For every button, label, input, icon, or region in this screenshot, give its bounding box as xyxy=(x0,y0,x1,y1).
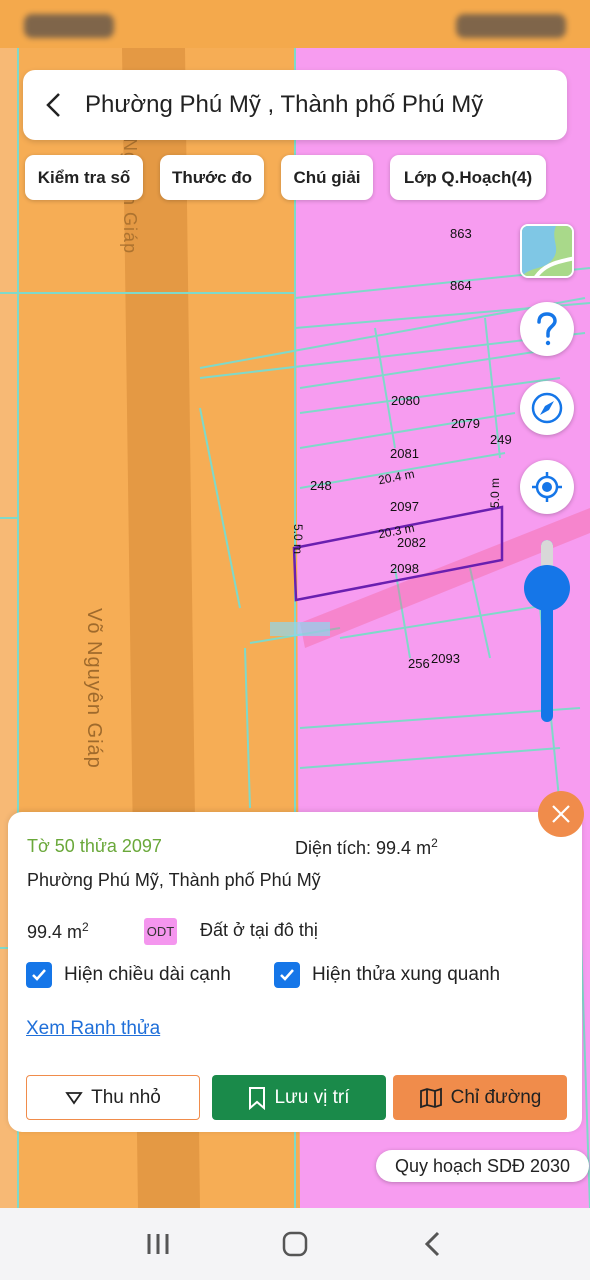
area-value-sup: 2 xyxy=(82,920,89,934)
bookmark-icon xyxy=(249,1086,266,1110)
system-nav-bar xyxy=(0,1208,590,1280)
parcel-label: 249 xyxy=(490,432,512,447)
parcel-label: 248 xyxy=(310,478,332,493)
home-icon xyxy=(282,1231,308,1257)
land-code-badge: ODT xyxy=(144,918,177,945)
save-location-button[interactable]: Lưu vị trí xyxy=(212,1075,386,1120)
triangle-down-icon xyxy=(65,1091,83,1105)
close-card-button[interactable] xyxy=(538,791,584,837)
compass-button[interactable] xyxy=(520,381,574,435)
show-neighbors-toggle[interactable]: Hiện thửa xung quanh xyxy=(274,962,500,988)
location-title: Phường Phú Mỹ , Thành phố Phú Mỹ xyxy=(85,91,484,118)
measure-button[interactable]: Thước đo xyxy=(160,155,264,200)
area-label: Diện tích: 99.4 m2 xyxy=(295,836,438,859)
recent-apps-button[interactable] xyxy=(128,1214,188,1274)
parcel-label: 2082 xyxy=(397,535,426,550)
recent-apps-icon xyxy=(147,1234,169,1254)
area-label-text: Diện tích: 99.4 m xyxy=(295,838,432,858)
shrink-label: Thu nhỏ xyxy=(91,1086,161,1108)
back-nav-icon xyxy=(424,1231,439,1257)
my-location-button[interactable] xyxy=(520,460,574,514)
save-location-label: Lưu vị trí xyxy=(274,1086,350,1108)
status-time-blur xyxy=(24,14,114,38)
parcel-info-card: Tờ 50 thửa 2097 Diện tích: 99.4 m2 Phườn… xyxy=(8,812,582,1132)
parcel-label: 2079 xyxy=(451,416,480,431)
status-bar xyxy=(0,0,590,48)
checkbox-checked-icon[interactable] xyxy=(274,962,300,988)
close-icon xyxy=(552,805,570,823)
back-arrow-icon xyxy=(46,93,60,117)
help-button[interactable] xyxy=(520,302,574,356)
parcel-label: 256 xyxy=(408,656,430,671)
map-layer-icon xyxy=(522,226,572,276)
parcel-label: 863 xyxy=(450,226,472,241)
area-label-sup: 2 xyxy=(431,836,438,850)
location-header: Phường Phú Mỹ , Thành phố Phú Mỹ xyxy=(23,70,567,140)
road-name: Võ Nguyên Giáp xyxy=(83,608,105,769)
land-type: Đất ở tại đô thị xyxy=(200,920,318,940)
zoom-slider-thumb[interactable] xyxy=(524,565,570,611)
area-value-text: 99.4 m xyxy=(27,922,83,942)
show-edge-length-label: Hiện chiều dài cạnh xyxy=(64,964,231,985)
check-number-button[interactable]: Kiểm tra số xyxy=(25,155,143,200)
show-edge-length-toggle[interactable]: Hiện chiều dài cạnh xyxy=(26,962,231,988)
legend-button[interactable]: Chú giải xyxy=(281,155,373,200)
compass-icon xyxy=(531,392,563,424)
directions-label: Chỉ đường xyxy=(450,1086,542,1108)
directions-button[interactable]: Chỉ đường xyxy=(393,1075,567,1120)
dimension-label: 5.0 m xyxy=(488,477,503,509)
parcel-label: 2098 xyxy=(390,561,419,576)
checkbox-checked-icon[interactable] xyxy=(26,962,52,988)
map-layer-button[interactable] xyxy=(520,224,574,278)
back-nav-button[interactable] xyxy=(402,1214,462,1274)
parcel-label: 2081 xyxy=(390,446,419,461)
map-icon xyxy=(419,1087,442,1108)
planning-layer-button[interactable]: Lớp Q.Hoạch(4) xyxy=(390,155,546,200)
shrink-button[interactable]: Thu nhỏ xyxy=(26,1075,200,1120)
area-value: 99.4 m2 xyxy=(27,920,89,943)
parcel-label: 2080 xyxy=(391,393,420,408)
back-button[interactable] xyxy=(23,70,85,140)
location-marker xyxy=(270,622,330,636)
parcel-reference: Tờ 50 thửa 2097 xyxy=(27,836,162,856)
planning-sdd-chip[interactable]: Quy hoạch SDĐ 2030 xyxy=(376,1150,589,1182)
show-neighbors-label: Hiện thửa xung quanh xyxy=(312,964,501,985)
status-icons-blur xyxy=(456,14,566,38)
parcel-label: 2093 xyxy=(431,651,460,666)
parcel-label: 2097 xyxy=(390,499,419,514)
dimension-label: 5.0 m xyxy=(291,523,306,555)
my-location-icon xyxy=(532,472,562,502)
help-icon xyxy=(537,312,557,346)
parcel-label: 864 xyxy=(450,278,472,293)
parcel-address: Phường Phú Mỹ, Thành phố Phú Mỹ xyxy=(27,870,321,890)
home-button[interactable] xyxy=(265,1214,325,1274)
view-parcel-boundary-link[interactable]: Xem Ranh thửa xyxy=(26,1018,160,1040)
